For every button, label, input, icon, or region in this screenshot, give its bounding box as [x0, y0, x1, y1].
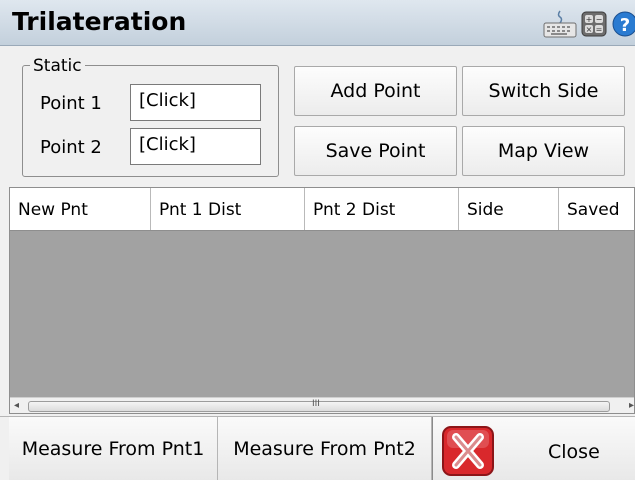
measure-from-pnt2-button[interactable]: Measure From Pnt2 — [218, 417, 432, 480]
point1-field[interactable]: [Click] — [130, 84, 261, 121]
point2-field[interactable]: [Click] — [130, 128, 261, 165]
scroll-right-arrow-icon[interactable]: ▸ — [629, 400, 634, 411]
keyboard-icon[interactable] — [543, 10, 577, 38]
horizontal-scrollbar[interactable]: ◂ III ▸ — [10, 397, 634, 413]
bottom-bar: Measure From Pnt1 Measure From Pnt2 — [0, 416, 635, 480]
svg-text:−: − — [596, 15, 603, 24]
scroll-grip: III — [312, 399, 320, 409]
point2-label: Point 2 — [40, 137, 102, 158]
window-title: Trilateration — [12, 7, 187, 36]
scroll-left-arrow-icon[interactable]: ◂ — [14, 400, 19, 411]
table-header: New Pnt Pnt 1 Dist Pnt 2 Dist Side Saved — [10, 188, 634, 231]
scrollbar-thumb[interactable]: III — [28, 399, 610, 412]
title-bar: Trilateration + − × = ? — [0, 0, 635, 46]
svg-text:+: + — [586, 15, 593, 24]
column-header-side[interactable]: Side — [459, 188, 559, 230]
save-point-button[interactable]: Save Point — [294, 126, 457, 176]
calculator-icon[interactable]: + − × = — [581, 10, 607, 38]
measure-from-pnt1-button[interactable]: Measure From Pnt1 — [9, 417, 218, 480]
column-header-pnt1-dist[interactable]: Pnt 1 Dist — [151, 188, 305, 230]
column-header-pnt2-dist[interactable]: Pnt 2 Dist — [305, 188, 459, 230]
column-header-saved[interactable]: Saved — [559, 188, 634, 230]
svg-text:?: ? — [620, 15, 630, 36]
svg-text:=: = — [596, 25, 603, 34]
point1-label: Point 1 — [40, 93, 102, 114]
results-table[interactable]: New Pnt Pnt 1 Dist Pnt 2 Dist Side Saved… — [9, 187, 635, 414]
close-label: Close — [548, 441, 600, 463]
help-icon[interactable]: ? — [612, 10, 635, 38]
column-header-new-pnt[interactable]: New Pnt — [10, 188, 151, 230]
svg-text:×: × — [586, 25, 593, 34]
switch-side-button[interactable]: Switch Side — [462, 66, 625, 116]
map-view-button[interactable]: Map View — [462, 126, 625, 176]
close-icon[interactable] — [442, 426, 494, 476]
static-group-legend: Static — [30, 56, 85, 76]
add-point-button[interactable]: Add Point — [294, 66, 457, 116]
